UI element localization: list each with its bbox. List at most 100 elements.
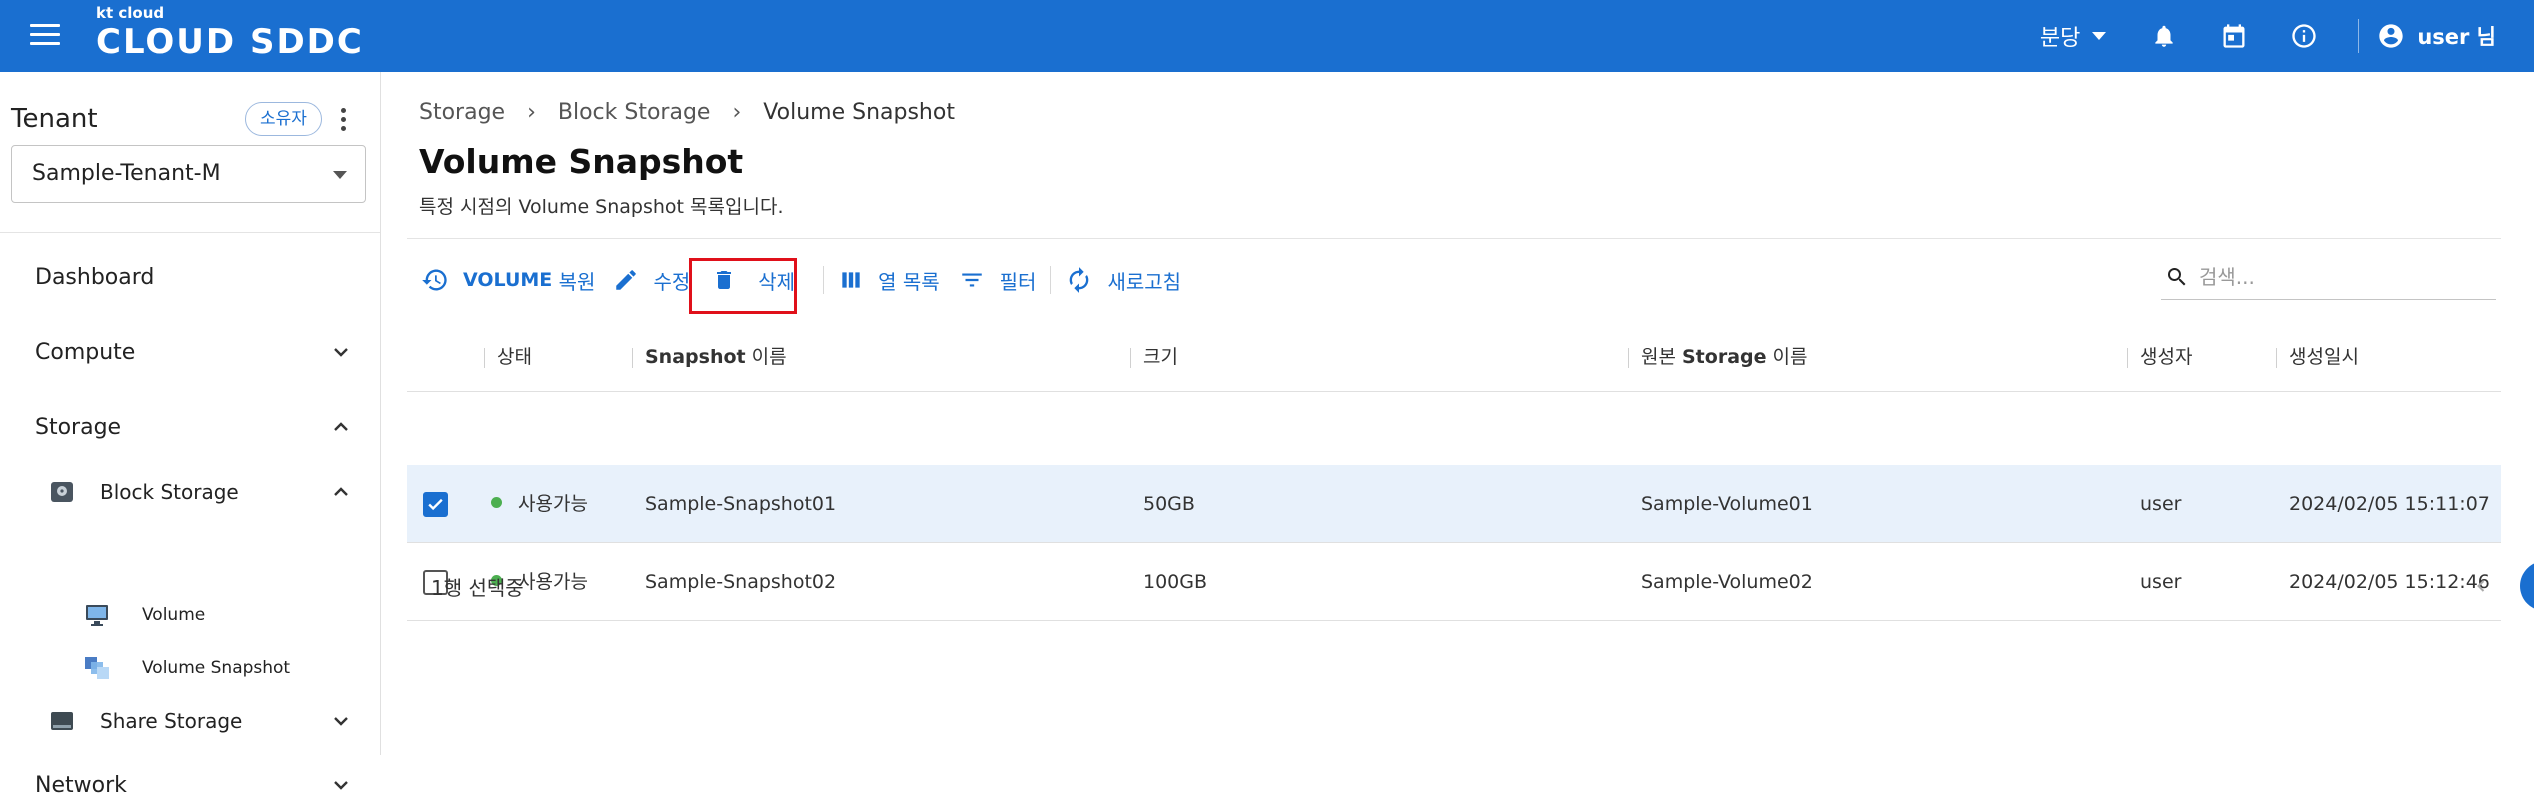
- column-header-label: 상태: [497, 346, 532, 368]
- name-cell: Sample-Snapshot01: [645, 493, 837, 515]
- column-header-label: 생성자: [2140, 346, 2193, 368]
- sidebar-item-compute[interactable]: Compute: [35, 332, 355, 372]
- filter-label: 필터: [999, 269, 1037, 294]
- filter-button[interactable]: 필터: [958, 260, 1037, 300]
- search-icon: [2168, 267, 2186, 285]
- creator-cell: user: [2140, 493, 2182, 515]
- filter-icon: [961, 273, 982, 287]
- source-cell: Sample-Volume01: [1641, 493, 1813, 515]
- org-selector[interactable]: 분당: [2040, 20, 2107, 52]
- sidebar-divider: [0, 232, 380, 233]
- status-cell: 사용가능: [491, 465, 588, 543]
- share-storage-icon: [51, 712, 73, 730]
- column-header-label: 크기: [1143, 346, 1178, 368]
- calendar-icon[interactable]: [2218, 20, 2250, 52]
- sidebar-item-volume[interactable]: Volume: [84, 598, 354, 632]
- breadcrumb-item-block-storage[interactable]: Block Storage: [558, 100, 711, 125]
- sidebar-item-label: Network: [35, 772, 127, 798]
- toolbar: VOLUME 복원 수정 삭제 열 목록 필터 새로고침: [421, 260, 1181, 300]
- size-cell: 100GB: [1143, 571, 1208, 593]
- caret-down-icon: [2092, 32, 2107, 40]
- created-at-cell: 2024/02/05 15:12:46: [2289, 571, 2490, 593]
- column-header-creator[interactable]: 생성자: [2127, 322, 2193, 392]
- sidebar-item-block-storage[interactable]: Block Storage: [50, 474, 355, 510]
- sidebar-item-network[interactable]: Network: [35, 765, 355, 805]
- column-header-created-at[interactable]: 생성일시: [2276, 322, 2359, 392]
- history-icon: [422, 269, 447, 291]
- column-header-label: 이름: [1766, 346, 1808, 368]
- sidebar-item-label: Volume: [142, 605, 206, 625]
- content-divider: [407, 238, 2501, 239]
- breadcrumb-item-storage[interactable]: Storage: [419, 100, 505, 125]
- status-text: 사용가능: [518, 493, 588, 515]
- sidebar-item-dashboard[interactable]: Dashboard: [35, 257, 355, 297]
- tenant-select-value: Sample-Tenant-M: [32, 161, 221, 186]
- column-header-status[interactable]: 상태: [484, 322, 532, 392]
- caret-down-icon: [333, 171, 347, 179]
- creator-cell: user: [2140, 571, 2182, 593]
- bell-icon[interactable]: [2148, 20, 2180, 52]
- owner-chip: 소유자: [245, 102, 322, 136]
- refresh-label: 새로고침: [1107, 269, 1182, 294]
- sidebar: Tenant 소유자 Sample-Tenant-M Dashboard Com…: [0, 72, 381, 798]
- search-input[interactable]: [2199, 264, 2479, 289]
- chevron-down-icon: [334, 348, 348, 357]
- size-cell: 50GB: [1143, 493, 1195, 515]
- tenant-select[interactable]: Sample-Tenant-M: [11, 145, 366, 203]
- refresh-button[interactable]: 새로고침: [1065, 260, 1181, 300]
- sidebar-item-volume-snapshot[interactable]: Volume Snapshot: [84, 651, 354, 685]
- selection-count: 1행 선택중: [431, 576, 524, 600]
- chevron-down-icon: [334, 781, 348, 790]
- chevron-up-icon: [334, 422, 348, 431]
- logo[interactable]: kt cloud CLOUD SDDC: [96, 4, 364, 62]
- menu-icon[interactable]: [30, 24, 60, 48]
- monitor-icon: [86, 605, 108, 626]
- page-description: 특정 시점의 Volume Snapshot 목록입니다.: [419, 196, 784, 218]
- sidebar-item-label: Share Storage: [100, 709, 243, 733]
- pagination: 1: [2466, 560, 2534, 612]
- column-header-label-bold: Snapshot: [645, 346, 746, 368]
- top-app-bar: kt cloud CLOUD SDDC 분당 user 님: [0, 0, 2534, 72]
- logo-small-text: kt cloud: [96, 4, 165, 22]
- sidebar-item-share-storage[interactable]: Share Storage: [50, 703, 355, 739]
- table-row[interactable]: 사용가능 Sample-Snapshot02 100GB Sample-Volu…: [407, 543, 2501, 621]
- column-header-source[interactable]: 원본 Storage 이름: [1628, 322, 1808, 392]
- row-checkbox[interactable]: [423, 492, 448, 517]
- columns-button[interactable]: 열 목록: [838, 260, 940, 300]
- toolbar-divider: [823, 266, 825, 294]
- user-menu[interactable]: user 님: [2377, 21, 2496, 51]
- table-row[interactable]: 사용가능 Sample-Snapshot01 50GB Sample-Volum…: [407, 465, 2501, 543]
- column-header-label: 이름: [745, 346, 787, 368]
- table-header: 상태 Snapshot 이름 크기 원본 Storage 이름 생성자 생성일시: [407, 322, 2501, 392]
- column-header-size[interactable]: 크기: [1130, 322, 1178, 392]
- column-header-label: 원본: [1641, 346, 1682, 368]
- refresh-icon: [1070, 267, 1089, 293]
- column-header-label: 생성일시: [2289, 346, 2359, 368]
- chevron-left-icon[interactable]: [2466, 571, 2496, 601]
- highlight-box: [689, 258, 797, 314]
- restore-volume-label: 복원: [552, 269, 596, 294]
- sidebar-item-label: Compute: [35, 339, 136, 365]
- restore-volume-label-bold: VOLUME: [463, 269, 553, 291]
- header-divider: [2358, 19, 2360, 53]
- edit-button[interactable]: 수정: [613, 260, 690, 300]
- breadcrumb-item-current: Volume Snapshot: [763, 100, 955, 125]
- sidebar-item-label: Block Storage: [100, 480, 239, 504]
- status-text: 사용가능: [518, 571, 588, 593]
- chevron-right-icon: ›: [732, 100, 742, 125]
- chevron-right-icon: ›: [527, 100, 536, 125]
- user-label: user 님: [2417, 25, 2496, 49]
- search-field[interactable]: [2161, 254, 2496, 300]
- restore-volume-button[interactable]: VOLUME 복원: [421, 260, 595, 300]
- more-vert-icon[interactable]: [341, 108, 347, 132]
- breadcrumb: Storage › Block Storage › Volume Snapsho…: [419, 100, 955, 125]
- column-header-name[interactable]: Snapshot 이름: [632, 322, 787, 392]
- status-dot: [491, 497, 502, 508]
- sidebar-item-label: Volume Snapshot: [142, 658, 291, 678]
- page-button-current[interactable]: 1: [2520, 561, 2534, 611]
- toolbar-divider: [1050, 266, 1052, 294]
- info-icon[interactable]: [2288, 20, 2320, 52]
- sidebar-item-storage[interactable]: Storage: [35, 407, 355, 447]
- chevron-down-icon: [334, 717, 348, 726]
- columns-icon: [842, 272, 860, 288]
